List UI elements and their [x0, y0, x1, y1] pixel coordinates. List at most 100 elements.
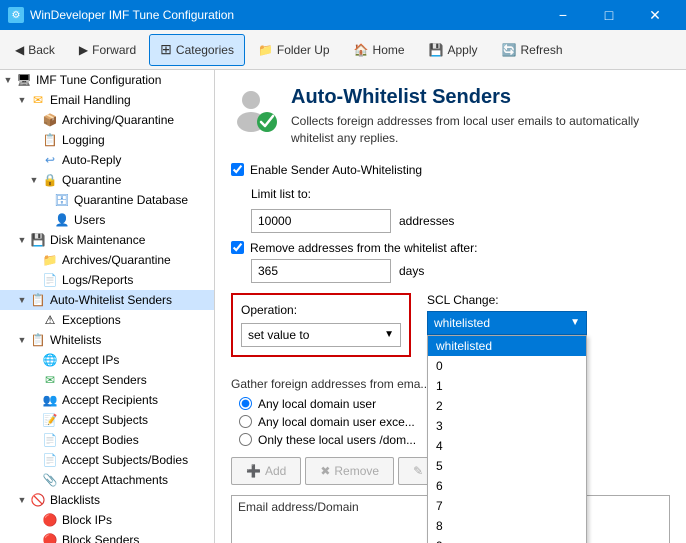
spacer — [28, 414, 40, 426]
operation-select[interactable]: set value to ▼ — [241, 323, 401, 347]
sidebar-item-accept-subjects[interactable]: 📝 Accept Subjects — [0, 410, 214, 430]
operation-value: set value to — [248, 328, 309, 342]
sidebar-label: Logs/Reports — [62, 273, 133, 287]
sidebar-item-whitelists[interactable]: ▼ 📋 Whitelists — [0, 330, 214, 350]
remove-icon: ✖ — [320, 464, 330, 478]
content-area: Auto-Whitelist Senders Collects foreign … — [215, 70, 686, 543]
scl-option-7[interactable]: 7 — [428, 496, 586, 516]
edit-icon: ✎ — [413, 464, 423, 478]
sidebar-item-accept-senders[interactable]: ✉ Accept Senders — [0, 370, 214, 390]
maximize-button[interactable]: □ — [586, 0, 632, 30]
scl-option-0[interactable]: 0 — [428, 356, 586, 376]
subj-bod-icon: 📄 — [42, 452, 58, 468]
limit-row: Limit list to: — [231, 187, 670, 201]
toggle-icon: ▼ — [2, 74, 14, 86]
block-senders-icon: 🔴 — [42, 532, 58, 543]
remove-button[interactable]: ✖ Remove — [305, 457, 394, 485]
quarantine-icon: 🔒 — [42, 172, 58, 188]
scl-option-8[interactable]: 8 — [428, 516, 586, 536]
sidebar-label: Quarantine — [62, 173, 121, 187]
folder-up-button[interactable]: 📁 Folder Up — [247, 34, 341, 66]
sidebar-item-auto-whitelist[interactable]: ▼ 📋 Auto-Whitelist Senders — [0, 290, 214, 310]
sidebar-item-quarantine-db[interactable]: 🗄 Quarantine Database — [0, 190, 214, 210]
window-title: WinDeveloper IMF Tune Configuration — [30, 8, 234, 22]
minimize-button[interactable]: − — [540, 0, 586, 30]
close-button[interactable]: ✕ — [632, 0, 678, 30]
sidebar-item-email-handling[interactable]: ▼ ✉ Email Handling — [0, 90, 214, 110]
scl-option-1[interactable]: 1 — [428, 376, 586, 396]
spacer — [28, 154, 40, 166]
spacer — [40, 214, 52, 226]
scl-option-whitelisted[interactable]: whitelisted — [428, 336, 586, 356]
apply-button[interactable]: 💾 Apply — [418, 34, 489, 66]
sidebar-item-accept-attachments[interactable]: 📎 Accept Attachments — [0, 470, 214, 490]
scl-option-6[interactable]: 6 — [428, 476, 586, 496]
refresh-button[interactable]: 🔄 Refresh — [491, 34, 574, 66]
remove-checkbox[interactable] — [231, 241, 244, 254]
sidebar-item-disk[interactable]: ▼ 💾 Disk Maintenance — [0, 230, 214, 250]
refresh-icon: 🔄 — [502, 43, 517, 57]
sidebar-item-root[interactable]: ▼ 🖥 IMF Tune Configuration — [0, 70, 214, 90]
disk-icon: 💾 — [30, 232, 46, 248]
sidebar-item-accept-bodies[interactable]: 📄 Accept Bodies — [0, 430, 214, 450]
spacer — [28, 474, 40, 486]
limit-input-row: addresses — [251, 209, 670, 233]
sidebar-item-block-ips[interactable]: 🔴 Block IPs — [0, 510, 214, 530]
toggle-icon: ▼ — [16, 334, 28, 346]
forward-button[interactable]: ▶ Forward — [68, 34, 147, 66]
sidebar-item-auto-reply[interactable]: ↩ Auto-Reply — [0, 150, 214, 170]
sidebar-label: Accept IPs — [62, 353, 119, 367]
sidebar-label: Email Handling — [50, 93, 131, 107]
sidebar-item-quarantine[interactable]: ▼ 🔒 Quarantine — [0, 170, 214, 190]
sidebar-item-accept-subjects-bodies[interactable]: 📄 Accept Subjects/Bodies — [0, 450, 214, 470]
days-unit: days — [399, 264, 424, 278]
back-button[interactable]: ◀ Back — [4, 34, 66, 66]
add-button[interactable]: ➕ Add — [231, 457, 301, 485]
window-controls: − □ ✕ — [540, 0, 678, 30]
categories-button[interactable]: ⊞ Categories — [149, 34, 245, 66]
sidebar-item-block-senders[interactable]: 🔴 Block Senders — [0, 530, 214, 543]
refresh-label: Refresh — [520, 43, 562, 57]
ip-icon: 🌐 — [42, 352, 58, 368]
scl-label: SCL Change: — [427, 293, 587, 307]
scl-option-9[interactable]: 9 — [428, 536, 586, 543]
bodies-icon: 📄 — [42, 432, 58, 448]
users-icon: 👤 — [54, 212, 70, 228]
scl-option-4[interactable]: 4 — [428, 436, 586, 456]
toggle-icon: ▼ — [16, 234, 28, 246]
scl-section: SCL Change: whitelisted ▼ whitelisted 0 … — [427, 293, 587, 335]
radio-only-these[interactable] — [239, 433, 252, 446]
sidebar-item-archives[interactable]: 📁 Archives/Quarantine — [0, 250, 214, 270]
enable-section: Enable Sender Auto-Whitelisting — [231, 163, 670, 177]
days-row: days — [251, 259, 670, 283]
folder-up-label: Folder Up — [277, 43, 330, 57]
sidebar-label: Accept Subjects — [62, 413, 148, 427]
scl-option-3[interactable]: 3 — [428, 416, 586, 436]
radio-any-except[interactable] — [239, 415, 252, 428]
home-button[interactable]: 🏠 Home — [343, 34, 416, 66]
enable-checkbox[interactable] — [231, 163, 244, 176]
sidebar-item-exceptions[interactable]: ⚠ Exceptions — [0, 310, 214, 330]
radio-any-local[interactable] — [239, 397, 252, 410]
folder-icon: 📁 — [42, 252, 58, 268]
folder-up-icon: 📁 — [258, 43, 273, 57]
spacer — [28, 254, 40, 266]
scl-selected[interactable]: whitelisted ▼ — [427, 311, 587, 335]
sidebar-item-archiving[interactable]: 📦 Archiving/Quarantine — [0, 110, 214, 130]
db-icon: 🗄 — [54, 192, 70, 208]
scl-option-5[interactable]: 5 — [428, 456, 586, 476]
sidebar-item-logs-reports[interactable]: 📄 Logs/Reports — [0, 270, 214, 290]
days-input[interactable] — [251, 259, 391, 283]
sidebar-item-users[interactable]: 👤 Users — [0, 210, 214, 230]
scl-option-2[interactable]: 2 — [428, 396, 586, 416]
sidebar-item-logging[interactable]: 📋 Logging — [0, 130, 214, 150]
sidebar-item-blacklists[interactable]: ▼ 🚫 Blacklists — [0, 490, 214, 510]
sidebar-item-accept-ips[interactable]: 🌐 Accept IPs — [0, 350, 214, 370]
spacer — [28, 434, 40, 446]
sidebar-label: Auto-Whitelist Senders — [50, 293, 172, 307]
spacer — [28, 394, 40, 406]
limit-input[interactable] — [251, 209, 391, 233]
sidebar-item-accept-recipients[interactable]: 👥 Accept Recipients — [0, 390, 214, 410]
scl-selected-value: whitelisted — [434, 316, 490, 330]
sidebar-label: Quarantine Database — [74, 193, 188, 207]
